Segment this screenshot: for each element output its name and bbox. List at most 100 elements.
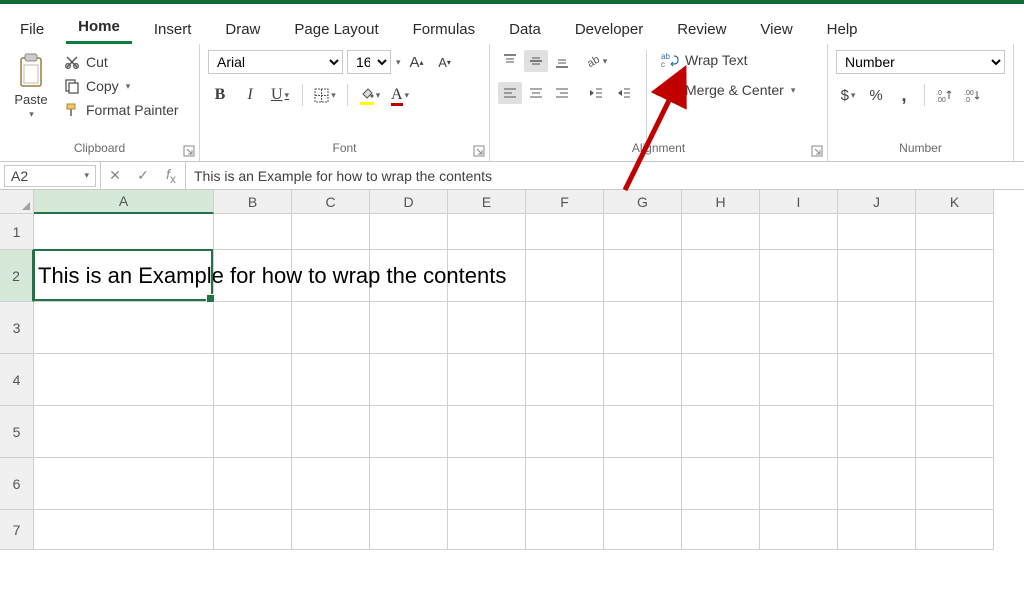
cancel-formula-button[interactable]: ✕ [101,167,129,184]
row-header-6[interactable]: 6 [0,458,34,510]
tab-home[interactable]: Home [66,10,132,44]
cell-E7[interactable] [448,510,526,550]
cell-I3[interactable] [760,302,838,354]
cell-J1[interactable] [838,214,916,250]
increase-decimal-button[interactable]: .0.00 [933,84,957,106]
column-header-B[interactable]: B [214,190,292,214]
cell-J5[interactable] [838,406,916,458]
column-header-D[interactable]: D [370,190,448,214]
align-top-button[interactable] [498,50,522,72]
align-bottom-button[interactable] [550,50,574,72]
cell-A6[interactable] [34,458,214,510]
cell-F3[interactable] [526,302,604,354]
row-header-1[interactable]: 1 [0,214,34,250]
cell-C6[interactable] [292,458,370,510]
format-painter-button[interactable]: Format Painter [60,100,183,120]
select-all-corner[interactable] [0,190,34,214]
cell-J4[interactable] [838,354,916,406]
column-header-H[interactable]: H [682,190,760,214]
tab-help[interactable]: Help [815,13,870,44]
align-left-button[interactable] [498,82,522,104]
tab-page-layout[interactable]: Page Layout [282,13,390,44]
cell-K5[interactable] [916,406,994,458]
cell-G2[interactable] [604,250,682,302]
cell-F1[interactable] [526,214,604,250]
cell-J2[interactable] [838,250,916,302]
row-header-3[interactable]: 3 [0,302,34,354]
enter-formula-button[interactable]: ✓ [129,167,157,184]
cell-D2[interactable] [370,250,448,302]
cell-C3[interactable] [292,302,370,354]
cell-H1[interactable] [682,214,760,250]
comma-button[interactable]: , [892,84,916,106]
font-size-select[interactable]: 16 [347,50,391,74]
cell-E1[interactable] [448,214,526,250]
cell-E5[interactable] [448,406,526,458]
cell-H7[interactable] [682,510,760,550]
dialog-launcher-icon[interactable] [811,145,823,157]
cell-D6[interactable] [370,458,448,510]
paste-button[interactable]: Paste ▾ [8,50,54,122]
cell-J3[interactable] [838,302,916,354]
tab-file[interactable]: File [8,13,56,44]
cell-A3[interactable] [34,302,214,354]
cell-J6[interactable] [838,458,916,510]
cell-K6[interactable] [916,458,994,510]
number-format-select[interactable]: Number [836,50,1005,74]
cell-D4[interactable] [370,354,448,406]
tab-data[interactable]: Data [497,13,553,44]
cell-C7[interactable] [292,510,370,550]
cell-I5[interactable] [760,406,838,458]
cell-G6[interactable] [604,458,682,510]
cell-K1[interactable] [916,214,994,250]
cell-C5[interactable] [292,406,370,458]
cell-I1[interactable] [760,214,838,250]
cell-E2[interactable] [448,250,526,302]
cut-button[interactable]: Cut [60,52,183,72]
merge-center-button[interactable]: Merge & Center ▾ [657,80,799,100]
cell-H2[interactable] [682,250,760,302]
cell-B2[interactable] [214,250,292,302]
row-header-4[interactable]: 4 [0,354,34,406]
align-center-button[interactable] [524,82,548,104]
cell-K2[interactable] [916,250,994,302]
cell-G1[interactable] [604,214,682,250]
tab-developer[interactable]: Developer [563,13,655,44]
tab-formulas[interactable]: Formulas [401,13,488,44]
cell-J7[interactable] [838,510,916,550]
name-box[interactable]: A2 ▾ [4,165,96,187]
dialog-launcher-icon[interactable] [183,145,195,157]
cell-I6[interactable] [760,458,838,510]
row-header-5[interactable]: 5 [0,406,34,458]
cell-C4[interactable] [292,354,370,406]
cell-B6[interactable] [214,458,292,510]
cell-A2[interactable]: This is an Example for how to wrap the c… [34,250,214,302]
bold-button[interactable]: B [208,84,232,106]
font-name-select[interactable]: Arial [208,50,343,74]
cell-D7[interactable] [370,510,448,550]
cell-G4[interactable] [604,354,682,406]
cell-B3[interactable] [214,302,292,354]
fill-color-button[interactable] [358,84,382,106]
currency-button[interactable]: $ [836,84,860,106]
dialog-launcher-icon[interactable] [473,145,485,157]
decrease-font-button[interactable]: A▾ [433,51,457,73]
cell-E4[interactable] [448,354,526,406]
decrease-decimal-button[interactable]: .00.0 [961,84,985,106]
cell-G7[interactable] [604,510,682,550]
tab-view[interactable]: View [748,13,804,44]
cell-B1[interactable] [214,214,292,250]
cell-C2[interactable] [292,250,370,302]
align-middle-button[interactable] [524,50,548,72]
underline-button[interactable]: U [268,84,292,106]
cell-D3[interactable] [370,302,448,354]
row-header-7[interactable]: 7 [0,510,34,550]
decrease-indent-button[interactable] [584,82,608,104]
percent-button[interactable]: % [864,84,888,106]
column-header-K[interactable]: K [916,190,994,214]
increase-font-button[interactable]: A▴ [405,51,429,73]
cell-I4[interactable] [760,354,838,406]
cell-F2[interactable] [526,250,604,302]
cell-K3[interactable] [916,302,994,354]
cell-F5[interactable] [526,406,604,458]
